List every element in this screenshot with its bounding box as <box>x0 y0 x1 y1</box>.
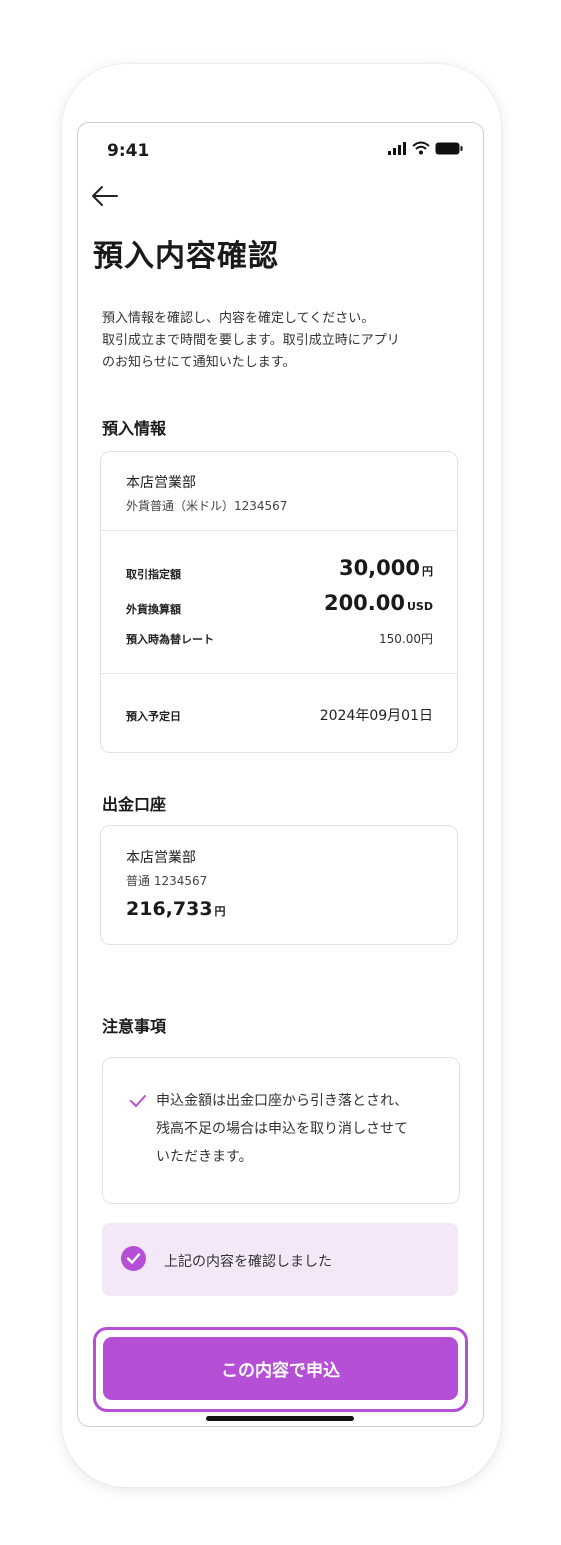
note-line: 申込金額は出金口座から引き落とされ、 <box>156 1093 409 1109</box>
back-arrow-icon[interactable] <box>90 183 120 209</box>
notes-card: 申込金額は出金口座から引き落とされ、 残高不足の場合は申込を取り消しさせて いた… <box>102 1057 460 1204</box>
withdrawal-card: 本店営業部 普通 1234567 216,733 円 <box>100 825 458 945</box>
check-mark-icon <box>130 1095 146 1107</box>
balance-amount: 216,733 <box>126 898 213 920</box>
deposit-branch: 本店営業部 <box>126 475 196 491</box>
lead-text: 預入情報を確認し、内容を確定してください。 取引成立まで時間を要します。取引成立… <box>102 308 462 374</box>
signal-icon <box>388 142 406 155</box>
converted-label: 外貨換算額 <box>126 603 181 616</box>
note-text: 申込金額は出金口座から引き落とされ、 残高不足の場合は申込を取り消しさせて いた… <box>156 1087 408 1171</box>
note-line: 残高不足の場合は申込を取り消しさせて <box>156 1121 408 1137</box>
date-value: 2024年09月01日 <box>319 708 433 724</box>
confirm-label: 上記の内容を確認しました <box>164 1254 332 1270</box>
status-icons <box>387 141 463 155</box>
status-time: 9:41 <box>107 141 150 161</box>
section-title-deposit: 預入情報 <box>102 419 167 438</box>
note-line: いただきます。 <box>156 1149 253 1165</box>
deposit-info-card: 本店営業部 外貨普通（米ドル）1234567 取引指定額 30,000 円 外貨換… <box>100 451 458 753</box>
withdrawal-branch: 本店営業部 <box>126 850 196 866</box>
submit-button[interactable]: この内容で申込 <box>103 1337 458 1400</box>
section-title-notes: 注意事項 <box>102 1017 167 1036</box>
battery-icon <box>435 142 463 155</box>
withdrawal-account: 普通 1234567 <box>126 874 208 888</box>
lead-line: 取引成立まで時間を要します。取引成立時にアプリ <box>102 333 400 348</box>
date-label: 預入予定日 <box>126 710 181 723</box>
designated-unit: 円 <box>422 565 433 578</box>
converted-value: 200.00 USD <box>324 591 433 615</box>
app-screen: 9:41 預入内容確認 預入情報を確認し、内容を確定してください。 取引成立まで… <box>77 122 484 1427</box>
designated-value: 30,000 円 <box>339 556 433 580</box>
section-title-withdrawal: 出金口座 <box>102 795 167 814</box>
lead-line: 預入情報を確認し、内容を確定してください。 <box>102 311 375 326</box>
checkbox-checked-icon[interactable] <box>121 1246 146 1271</box>
rate-label: 預入時為替レート <box>126 633 214 646</box>
balance-unit: 円 <box>214 905 226 918</box>
designated-label: 取引指定額 <box>126 568 181 581</box>
divider <box>101 673 457 674</box>
confirm-checkbox[interactable]: 上記の内容を確認しました <box>102 1223 458 1296</box>
page-title: 預入内容確認 <box>93 239 279 274</box>
converted-unit: USD <box>407 600 433 613</box>
withdrawal-balance: 216,733 円 <box>126 898 226 920</box>
divider <box>101 530 457 531</box>
converted-amount: 200.00 <box>323 591 405 615</box>
lead-line: のお知らせにて通知いたします。 <box>102 355 296 370</box>
deposit-account: 外貨普通（米ドル）1234567 <box>126 499 288 513</box>
home-indicator <box>206 1416 354 1421</box>
wifi-icon <box>412 141 430 155</box>
rate-value: 150.00円 <box>379 632 433 646</box>
designated-amount: 30,000 <box>338 556 420 580</box>
